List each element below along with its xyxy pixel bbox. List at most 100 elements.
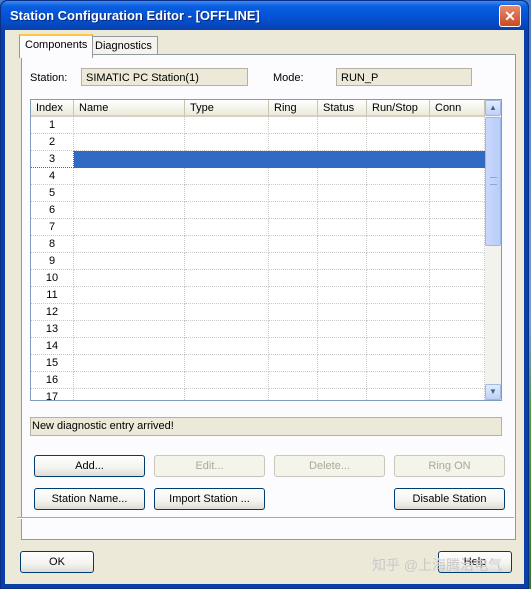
table-row[interactable]: 16 [31,372,485,389]
table-cell[interactable] [269,270,318,287]
row-index-cell[interactable]: 1 [31,117,74,134]
table-cell[interactable] [430,185,485,202]
table-cell[interactable] [430,253,485,270]
row-index-cell[interactable]: 11 [31,287,74,304]
row-index-cell[interactable]: 9 [31,253,74,270]
table-cell[interactable] [367,304,430,321]
table-cell[interactable] [430,338,485,355]
add-button[interactable]: Add... [34,455,145,477]
table-cell[interactable] [185,389,269,400]
table-cell[interactable] [318,372,367,389]
column-header-type[interactable]: Type [185,100,269,117]
disable-station-button[interactable]: Disable Station [394,488,505,510]
table-cell[interactable] [318,134,367,151]
table-row[interactable]: 2 [31,134,485,151]
table-cell[interactable] [269,304,318,321]
table-cell[interactable] [74,304,185,321]
row-index-cell[interactable]: 8 [31,236,74,253]
table-cell[interactable] [269,355,318,372]
table-cell[interactable] [269,321,318,338]
table-cell[interactable] [74,253,185,270]
table-cell[interactable] [74,389,185,400]
table-cell[interactable] [318,321,367,338]
table-cell[interactable] [74,168,185,185]
row-index-cell[interactable]: 4 [31,168,74,185]
table-cell[interactable] [269,389,318,400]
table-cell[interactable] [269,338,318,355]
table-cell[interactable] [185,338,269,355]
table-cell[interactable] [367,321,430,338]
row-index-cell[interactable]: 7 [31,219,74,236]
table-cell[interactable] [185,134,269,151]
table-cell[interactable] [185,355,269,372]
table-cell[interactable] [185,202,269,219]
ok-button[interactable]: OK [20,551,94,573]
row-index-cell[interactable]: 6 [31,202,74,219]
row-index-cell[interactable]: 14 [31,338,74,355]
table-cell[interactable] [269,202,318,219]
table-cell[interactable] [269,219,318,236]
row-index-cell[interactable]: 13 [31,321,74,338]
table-cell[interactable] [367,117,430,134]
title-bar[interactable]: Station Configuration Editor - [OFFLINE]… [1,1,528,30]
row-index-cell[interactable]: 2 [31,134,74,151]
table-cell[interactable] [185,372,269,389]
row-index-cell[interactable]: 10 [31,270,74,287]
row-index-cell[interactable]: 15 [31,355,74,372]
table-cell[interactable] [185,321,269,338]
row-index-cell[interactable]: 17 [31,389,74,400]
table-cell[interactable] [318,338,367,355]
table-row[interactable]: 6 [31,202,485,219]
table-cell[interactable] [318,389,367,400]
table-cell[interactable] [74,270,185,287]
edit-button[interactable]: Edit... [154,455,265,477]
station-name-button[interactable]: Station Name... [34,488,145,510]
table-cell[interactable] [185,117,269,134]
table-cell[interactable] [185,304,269,321]
table-cell[interactable] [74,202,185,219]
table-cell[interactable] [269,134,318,151]
table-cell[interactable] [367,185,430,202]
table-cell[interactable] [318,185,367,202]
table-row[interactable]: 15 [31,355,485,372]
table-cell[interactable] [318,168,367,185]
table-cell[interactable] [318,355,367,372]
table-cell[interactable] [318,304,367,321]
table-cell[interactable] [318,151,367,168]
table-cell[interactable] [185,270,269,287]
import-station-button[interactable]: Import Station ... [154,488,265,510]
table-cell[interactable] [269,236,318,253]
table-cell[interactable] [269,185,318,202]
table-cell[interactable] [367,219,430,236]
column-header-conn[interactable]: Conn [430,100,485,117]
table-cell[interactable] [430,372,485,389]
table-cell[interactable] [74,151,185,168]
tab-components[interactable]: Components [19,34,94,58]
column-header-run-stop[interactable]: Run/Stop [367,100,430,117]
table-cell[interactable] [367,355,430,372]
table-cell[interactable] [269,253,318,270]
column-header-name[interactable]: Name [74,100,185,117]
table-cell[interactable] [74,117,185,134]
table-cell[interactable] [185,287,269,304]
table-cell[interactable] [367,253,430,270]
table-cell[interactable] [185,219,269,236]
table-cell[interactable] [74,134,185,151]
table-cell[interactable] [185,185,269,202]
table-row[interactable]: 10 [31,270,485,287]
table-cell[interactable] [74,185,185,202]
table-cell[interactable] [185,253,269,270]
column-header-index[interactable]: Index [31,100,74,117]
table-row[interactable]: 5 [31,185,485,202]
table-cell[interactable] [318,287,367,304]
table-cell[interactable] [367,287,430,304]
table-cell[interactable] [430,168,485,185]
table-cell[interactable] [74,372,185,389]
column-header-ring[interactable]: Ring [269,100,318,117]
table-cell[interactable] [430,287,485,304]
table-cell[interactable] [185,168,269,185]
table-row[interactable]: 8 [31,236,485,253]
table-cell[interactable] [269,117,318,134]
components-table[interactable]: Index Name Type Ring Status Run/Stop Con… [30,99,502,401]
table-cell[interactable] [367,168,430,185]
